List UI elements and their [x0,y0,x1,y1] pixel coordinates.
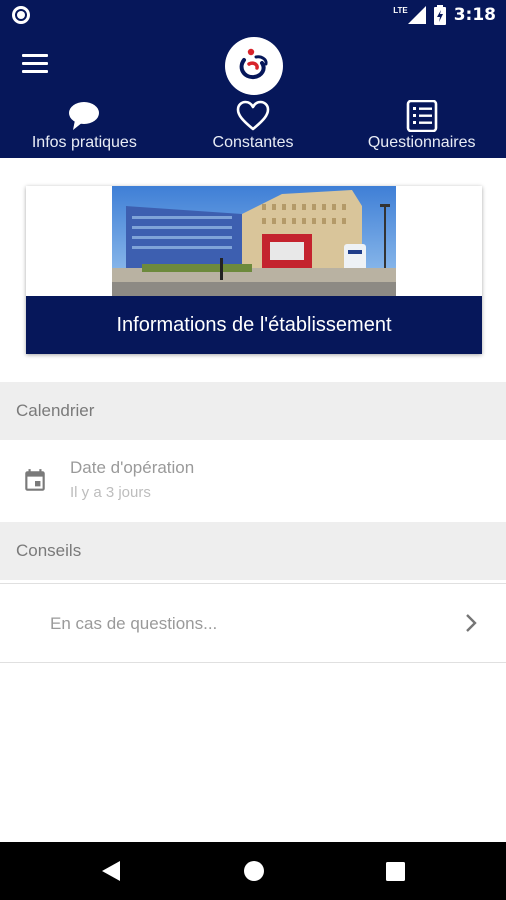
section-header-conseils: Conseils [0,522,506,580]
status-bar: LTE 3:18 [0,0,506,30]
back-triangle-icon[interactable] [101,860,121,882]
tab-questionnaires[interactable]: Questionnaires [337,98,506,158]
list-item-questions[interactable]: En cas de questions... [0,584,506,662]
checklist-icon [406,100,437,132]
heart-icon [236,100,270,131]
tab-constantes[interactable]: Constantes [169,98,338,158]
app-bar: Infos pratiques Constantes Questionnaire… [0,30,506,226]
status-indicators: LTE 3:18 [393,4,496,26]
recents-square-icon[interactable] [386,862,405,881]
tab-label: Questionnaires [367,134,476,151]
section-title: Conseils [16,541,82,560]
establishment-card[interactable]: Informations de l'établissement [26,186,482,354]
item-subtitle: Il y a 3 jours [70,484,151,501]
section-title: Calendrier [16,401,95,420]
item-title: Date d'opération [70,458,195,477]
hospital-logo-icon [225,37,283,95]
notification-icon [12,6,30,24]
chat-bubble-icon [69,102,100,130]
hamburger-menu-icon[interactable] [22,54,48,74]
tab-label: Infos pratiques [31,134,137,151]
tab-label: Constantes [212,134,294,151]
divider [0,662,506,663]
network-type: LTE [393,5,408,15]
clock: 3:18 [453,5,496,25]
battery-icon [433,5,446,25]
tab-infos-pratiques[interactable]: Infos pratiques [0,98,169,158]
establishment-photo [112,186,396,296]
tab-bar: Infos pratiques Constantes Questionnaire… [0,98,506,226]
card-title: Informations de l'établissement [116,313,392,336]
system-navigation-bar [0,842,506,900]
list-item-operation-date[interactable]: Date d'opération Il y a 3 jours [0,440,506,522]
calendar-icon [25,469,45,491]
section-header-calendrier: Calendrier [0,382,506,440]
item-label: En cas de questions... [50,614,218,633]
card-footer: Informations de l'établissement [26,296,482,354]
chevron-right-icon [466,614,477,632]
signal-icon [407,6,426,24]
home-circle-icon[interactable] [243,860,265,882]
